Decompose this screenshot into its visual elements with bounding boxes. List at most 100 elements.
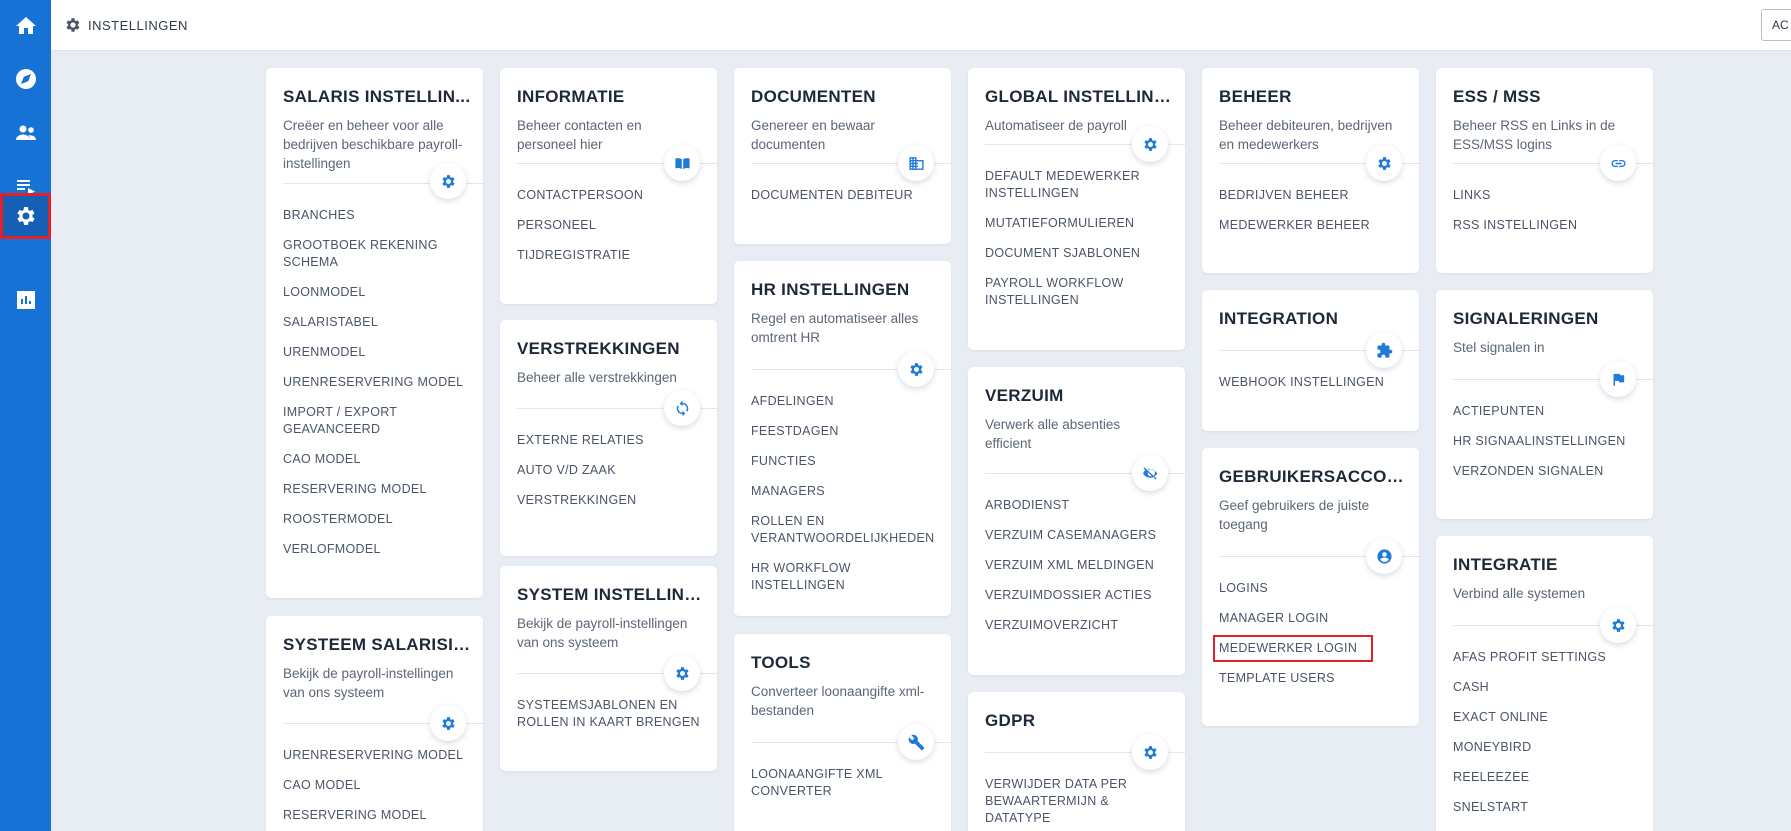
gear-icon [430,163,466,199]
breadcrumb: INSTELLINGEN [64,16,188,34]
link-logins[interactable]: LOGINS [1219,580,1409,597]
card-integration: INTEGRATION WEBHOOK INSTELLINGEN [1202,290,1419,431]
link-auto-vd-zaak[interactable]: AUTO V/D ZAAK [517,462,707,479]
link-links[interactable]: LINKS [1453,187,1643,204]
link-urenmodel[interactable]: URENMODEL [283,344,473,361]
link-systeemsjablonen[interactable]: SYSTEEMSJABLONEN EN ROLLEN IN KAART BREN… [517,697,707,731]
link-mutatieformulieren[interactable]: MUTATIEFORMULIEREN [985,215,1175,232]
card-gdpr: GDPR VERWIJDER DATA PER BEWAARTERMIJN & … [968,692,1185,831]
link-loonaangifte-xml-converter[interactable]: LOONAANGIFTE XML CONVERTER [751,766,941,800]
link-reeleezee[interactable]: REELEEZEE [1453,769,1643,786]
link-hr-workflow-instellingen[interactable]: HR WORKFLOW INSTELLINGEN [751,560,941,594]
sidebar-item-users[interactable] [0,107,51,159]
link-reservering-model[interactable]: RESERVERING MODEL [283,481,473,498]
card-integratie: INTEGRATIE Verbind alle systemen AFAS PR… [1436,536,1653,831]
sidebar-item-home[interactable] [0,0,51,52]
link-tijdregistratie[interactable]: TIJDREGISTRATIE [517,247,707,264]
card-description: Geef gebruikers de juiste toegang [1219,498,1370,532]
link-snelstart[interactable]: SNELSTART [1453,799,1643,816]
link-verzuim-xml-meldingen[interactable]: VERZUIM XML MELDINGEN [985,557,1175,574]
link-rss-instellingen[interactable]: RSS INSTELLINGEN [1453,217,1643,234]
gear-icon [66,18,80,32]
card-verzuim: VERZUIM Verwerk alle absenties efficient… [968,367,1185,675]
link-template-users[interactable]: TEMPLATE USERS [1219,670,1409,687]
eye-off-icon [1132,455,1168,491]
link-verwijder-data[interactable]: VERWIJDER DATA PER BEWAARTERMIJN & DATAT… [985,776,1175,827]
link-contactpersoon[interactable]: CONTACTPERSOON [517,187,707,204]
gear-icon [1132,126,1168,162]
link-manager-login[interactable]: MANAGER LOGIN [1219,610,1409,627]
link-medewerker-login[interactable]: MEDEWERKER LOGIN [1213,635,1373,662]
card-description: Converteer loonaangifte xml-bestanden [751,684,925,718]
sidebar-item-settings[interactable] [0,193,51,239]
card-ess-mss: ESS / MSS Beheer RSS en Links in de ESS/… [1436,68,1653,273]
card-description: Regel en automatiseer alles omtrent HR [751,311,919,345]
card-description: Beheer alle verstrekkingen [517,370,677,385]
sidebar-item-explore[interactable] [0,53,51,105]
card-hr-instellingen: HR INSTELLINGEN Regel en automatiseer al… [734,261,951,616]
home-icon [15,17,36,34]
link-verlofmodel[interactable]: VERLOFMODEL [283,541,473,558]
chart-icon [16,291,35,309]
link-cao-model[interactable]: CAO MODEL [283,451,473,468]
link-reservering-model[interactable]: RESERVERING MODEL [283,807,473,824]
account-icon [1366,538,1402,574]
link-verzonden-signalen[interactable]: VERZONDEN SIGNALEN [1453,463,1643,480]
link-verzuim-casemanagers[interactable]: VERZUIM CASEMANAGERS [985,527,1175,544]
link-moneybird[interactable]: MONEYBIRD [1453,739,1643,756]
link-verstrekkingen[interactable]: VERSTREKKINGEN [517,492,707,509]
link-hr-signaalinstellingen[interactable]: HR SIGNAALINSTELLINGEN [1453,433,1643,450]
building-icon [898,145,934,181]
link-arbodienst[interactable]: ARBODIENST [985,497,1175,514]
card-description: Verbind alle systemen [1453,586,1586,601]
link-grootboek-rekening-schema[interactable]: GROOTBOEK REKENING SCHEMA [283,237,473,271]
link-feestdagen[interactable]: FEESTDAGEN [751,423,941,440]
book-icon [664,145,700,181]
link-functies[interactable]: FUNCTIES [751,453,941,470]
link-medewerker-beheer[interactable]: MEDEWERKER BEHEER [1219,217,1409,234]
gear-icon [16,207,35,225]
card-verstrekkingen: VERSTREKKINGEN Beheer alle verstrekkinge… [500,320,717,556]
card-beheer: BEHEER Beheer debiteuren, bedrijven en m… [1202,68,1419,273]
link-actiepunten[interactable]: ACTIEPUNTEN [1453,403,1643,420]
link-default-medewerker-instellingen[interactable]: DEFAULT MEDEWERKER INSTELLINGEN [985,168,1175,202]
link-managers[interactable]: MANAGERS [751,483,941,500]
card-global-instellingen: GLOBAL INSTELLING... Automatiseer de pay… [968,68,1185,350]
link-import-export-geavanceerd[interactable]: IMPORT / EXPORT GEAVANCEERD [283,404,473,438]
gear-icon [430,705,466,741]
link-rollen-en-verantwoordelijkheden[interactable]: ROLLEN EN VERANTWOORDELIJKHEDEN [751,513,941,547]
link-externe-relaties[interactable]: EXTERNE RELATIES [517,432,707,449]
link-afdelingen[interactable]: AFDELINGEN [751,393,941,410]
card-title: SIGNALERINGEN [1453,309,1599,328]
link-afas-profit-settings[interactable]: AFAS PROFIT SETTINGS [1453,649,1643,666]
link-urenreservering-model[interactable]: URENRESERVERING MODEL [283,747,473,764]
link-branches[interactable]: BRANCHES [283,207,473,224]
link-urenreservering-model[interactable]: URENRESERVERING MODEL [283,374,473,391]
card-title: GDPR [985,711,1036,730]
link-verzuimdossier-acties[interactable]: VERZUIMDOSSIER ACTIES [985,587,1175,604]
link-loonmodel[interactable]: LOONMODEL [283,284,473,301]
card-title: HR INSTELLINGEN [751,280,910,299]
link-exact-online[interactable]: EXACT ONLINE [1453,709,1643,726]
link-documenten-debiteur[interactable]: DOCUMENTEN DEBITEUR [751,187,941,204]
wrench-icon [898,724,934,760]
link-cao-model[interactable]: CAO MODEL [283,777,473,794]
top-right-button[interactable]: AC [1761,9,1791,41]
gear-icon [1132,734,1168,770]
card-title: VERZUIM [985,386,1064,405]
card-documenten: DOCUMENTEN Genereer en bewaar documenten… [734,68,951,244]
link-verzuimoverzicht[interactable]: VERZUIMOVERZICHT [985,617,1175,634]
card-system-instellingen: SYSTEM INSTELLING... Bekijk de payroll-i… [500,566,717,771]
link-roostermodel[interactable]: ROOSTERMODEL [283,511,473,528]
link-cash[interactable]: CASH [1453,679,1643,696]
link-payroll-workflow-instellingen[interactable]: PAYROLL WORKFLOW INSTELLINGEN [985,275,1175,309]
link-bedrijven-beheer[interactable]: BEDRIJVEN BEHEER [1219,187,1409,204]
link-salaristabel[interactable]: SALARISTABEL [283,314,473,331]
card-title: INTEGRATIE [1453,555,1558,574]
sidebar-item-reports[interactable] [0,274,51,326]
card-signaleringen: SIGNALERINGEN Stel signalen in ACTIEPUNT… [1436,290,1653,519]
sync-icon [664,390,700,426]
link-personeel[interactable]: PERSONEEL [517,217,707,234]
link-webhook-instellingen[interactable]: WEBHOOK INSTELLINGEN [1219,374,1409,391]
link-document-sjablonen[interactable]: DOCUMENT SJABLONEN [985,245,1175,262]
